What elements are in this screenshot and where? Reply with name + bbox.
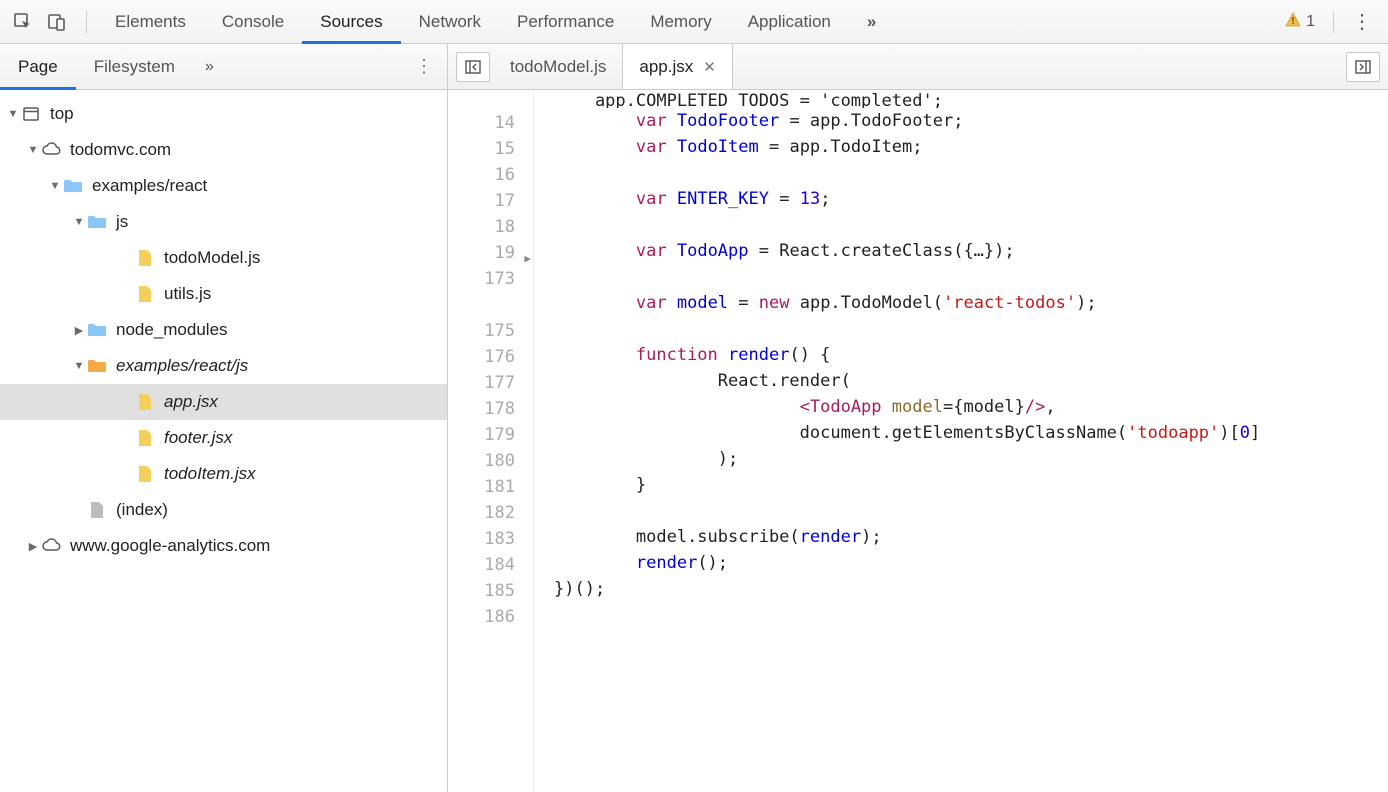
js-file-icon — [134, 283, 156, 305]
editor-tab-label: app.jsx — [639, 57, 693, 77]
tree-label: node_modules — [116, 320, 228, 340]
tree-label: examples/react/js — [116, 356, 248, 376]
tree-label: www.google-analytics.com — [70, 536, 270, 556]
devtools-toolbar: Elements Console Sources Network Perform… — [0, 0, 1388, 44]
tree-label: footer.jsx — [164, 428, 232, 448]
more-navigator-tabs-icon[interactable]: » — [193, 58, 226, 76]
tree-item-folder-sourcemap[interactable]: ▼ examples/react/js — [0, 348, 447, 384]
tree-label: (index) — [116, 500, 168, 520]
tab-memory[interactable]: Memory — [632, 0, 729, 43]
frame-icon — [20, 103, 42, 125]
tree-item-domain-ga[interactable]: ▶ www.google-analytics.com — [0, 528, 447, 564]
js-file-icon — [134, 247, 156, 269]
js-file-icon — [134, 463, 156, 485]
tree-item-file-utils[interactable]: · utils.js — [0, 276, 447, 312]
tree-item-folder-node-modules[interactable]: ▶ node_modules — [0, 312, 447, 348]
tree-item-file-todomodel[interactable]: · todoModel.js — [0, 240, 447, 276]
tree-label: todoModel.js — [164, 248, 260, 268]
tab-elements[interactable]: Elements — [97, 0, 204, 43]
warning-count[interactable]: 1 — [1306, 13, 1315, 31]
caret-down-icon: ▼ — [48, 180, 62, 192]
more-options-icon[interactable]: ⋮ — [1344, 9, 1380, 34]
tree-item-file-app-jsx[interactable]: · app.jsx — [0, 384, 447, 420]
tree-label: utils.js — [164, 284, 211, 304]
tree-label: app.jsx — [164, 392, 218, 412]
document-icon — [86, 499, 108, 521]
code-content[interactable]: app.COMPLETED_TODOS = 'completed'; var T… — [534, 90, 1388, 792]
caret-right-icon: ▶ — [26, 540, 40, 553]
tab-console[interactable]: Console — [204, 0, 302, 43]
device-toggle-icon[interactable] — [42, 7, 72, 37]
editor-tab-label: todoModel.js — [510, 57, 606, 77]
folder-icon — [86, 211, 108, 233]
tree-label: js — [116, 212, 128, 232]
devtools-panel-tabs: Elements Console Sources Network Perform… — [97, 0, 1284, 43]
tab-network[interactable]: Network — [401, 0, 499, 43]
file-tree: ▼ top ▼ todo — [0, 90, 447, 792]
more-tabs-chevron-icon[interactable]: » — [849, 0, 894, 43]
navigator-options-icon[interactable]: ⋮ — [401, 56, 447, 77]
divider — [86, 11, 87, 33]
warning-icon[interactable] — [1284, 11, 1302, 32]
tree-label: examples/react — [92, 176, 207, 196]
editor-tab-app-jsx[interactable]: app.jsx ✕ — [622, 44, 732, 89]
folder-icon — [86, 319, 108, 341]
tab-performance[interactable]: Performance — [499, 0, 632, 43]
navigator-sidebar: Page Filesystem » ⋮ ▼ top — [0, 44, 448, 792]
tree-item-top[interactable]: ▼ top — [0, 96, 447, 132]
show-debugger-icon[interactable] — [1346, 52, 1380, 82]
toolbar-right: 1 ⋮ — [1284, 9, 1380, 34]
cloud-icon — [40, 535, 62, 557]
caret-right-icon: ▶ — [72, 324, 86, 337]
tab-application[interactable]: Application — [730, 0, 849, 43]
tree-item-file-footer-jsx[interactable]: · footer.jsx — [0, 420, 447, 456]
editor-area: todoModel.js app.jsx ✕ 13141516171819▶17… — [448, 44, 1388, 792]
folder-icon — [62, 175, 84, 197]
navigator-tabs: Page Filesystem » ⋮ — [0, 44, 447, 90]
editor-tab-todomodel[interactable]: todoModel.js — [494, 44, 622, 89]
divider — [1333, 11, 1334, 33]
cloud-icon — [40, 139, 62, 161]
tree-label: top — [50, 104, 74, 124]
js-file-icon — [134, 427, 156, 449]
caret-down-icon: ▼ — [72, 216, 86, 228]
close-tab-icon[interactable]: ✕ — [703, 58, 716, 76]
tree-item-folder-examples-react[interactable]: ▼ examples/react — [0, 168, 447, 204]
line-number-gutter[interactable]: 13141516171819▶1731741751761771781791801… — [448, 90, 534, 792]
editor-tabs: todoModel.js app.jsx ✕ — [448, 44, 1388, 90]
tree-label: todomvc.com — [70, 140, 171, 160]
show-navigator-icon[interactable] — [456, 52, 490, 82]
navigator-tab-filesystem[interactable]: Filesystem — [76, 44, 193, 89]
tree-item-file-index[interactable]: · (index) — [0, 492, 447, 528]
code-editor[interactable]: 13141516171819▶1731741751761771781791801… — [448, 90, 1388, 792]
tree-item-folder-js[interactable]: ▼ js — [0, 204, 447, 240]
tree-item-domain-todomvc[interactable]: ▼ todomvc.com — [0, 132, 447, 168]
caret-down-icon: ▼ — [26, 144, 40, 156]
folder-icon — [86, 355, 108, 377]
caret-down-icon: ▼ — [72, 360, 86, 372]
tree-item-file-todoitem-jsx[interactable]: · todoItem.jsx — [0, 456, 447, 492]
navigator-tab-page[interactable]: Page — [0, 44, 76, 89]
caret-down-icon: ▼ — [6, 108, 20, 120]
tree-label: todoItem.jsx — [164, 464, 256, 484]
js-file-icon — [134, 391, 156, 413]
tab-sources[interactable]: Sources — [302, 0, 400, 43]
sources-panel: Page Filesystem » ⋮ ▼ top — [0, 44, 1388, 792]
inspect-element-icon[interactable] — [8, 7, 38, 37]
